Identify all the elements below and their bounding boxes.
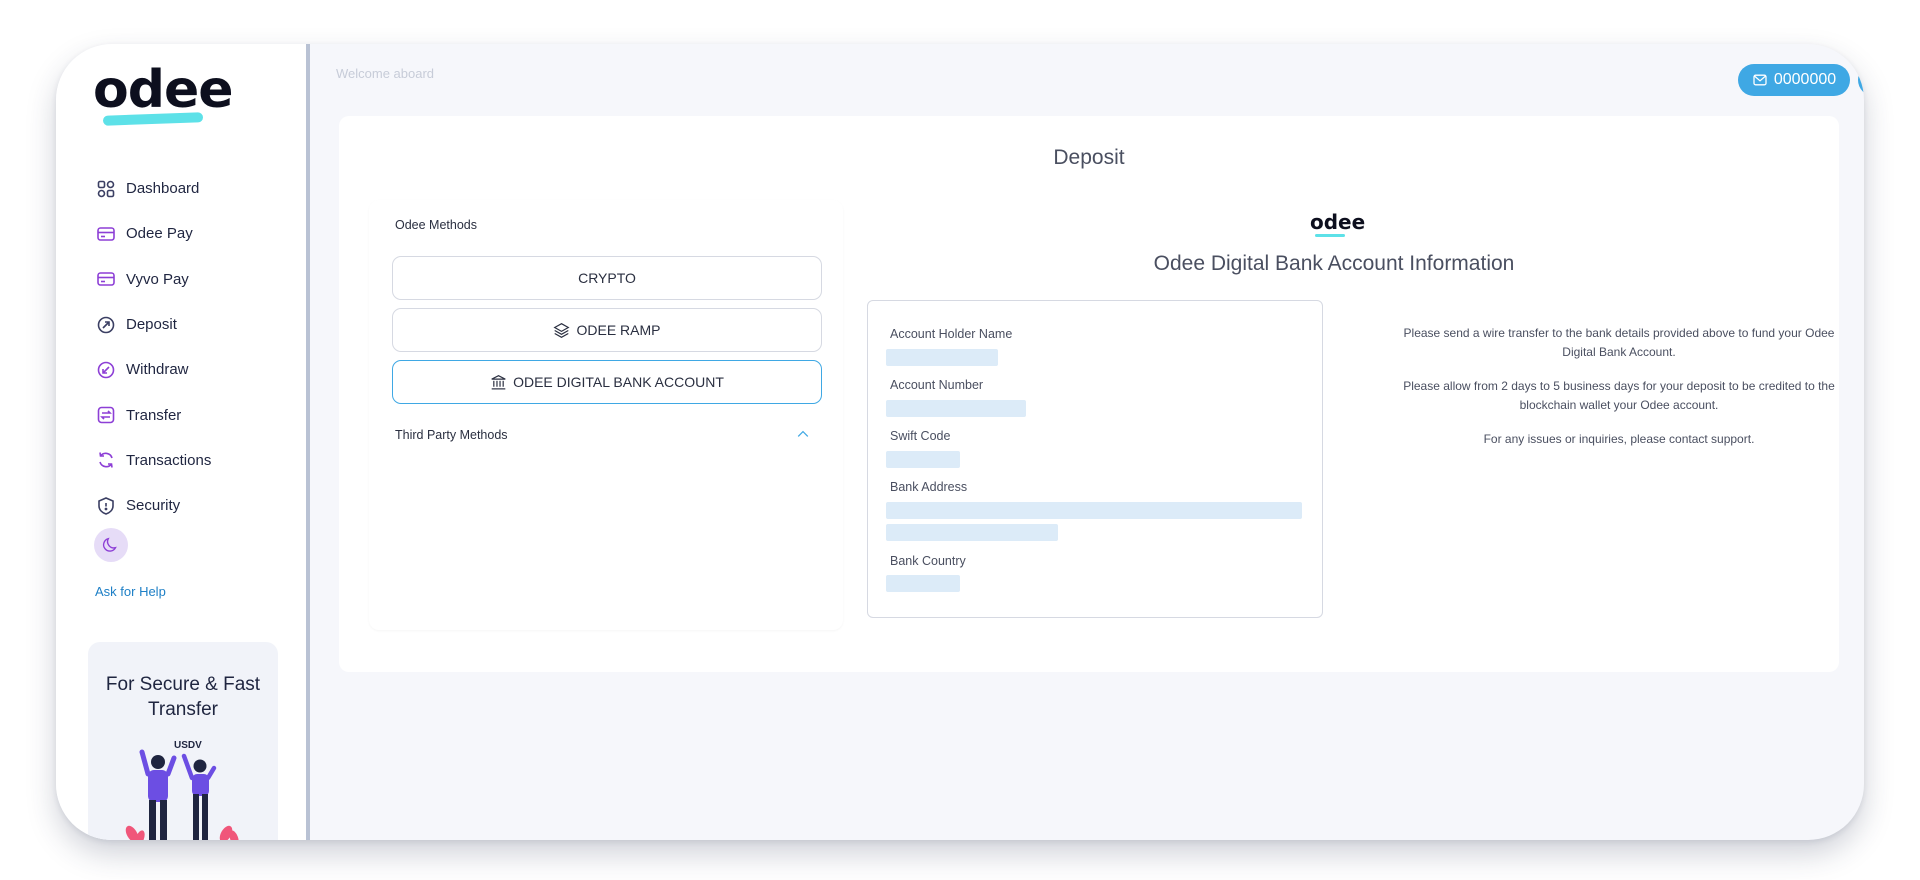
- field-label-account-number: Account Number: [890, 378, 984, 392]
- brand-logo[interactable]: odee: [93, 60, 243, 130]
- method-odee-digital-bank-button[interactable]: ODEE DIGITAL BANK ACCOUNT: [392, 360, 822, 404]
- account-holder-value-placeholder: [886, 349, 998, 366]
- logo-swash: [102, 112, 204, 126]
- method-odee-ramp-button[interactable]: ODEE RAMP: [392, 308, 822, 352]
- logout-button[interactable]: [1858, 64, 1864, 96]
- bank-address-value-placeholder-line2: [886, 524, 1058, 541]
- field-label-bank-country: Bank Country: [890, 554, 966, 568]
- instruction-text: Please send a wire transfer to the bank …: [1403, 326, 1835, 359]
- method-crypto-button[interactable]: CRYPTO: [392, 256, 822, 300]
- chevron-up-icon[interactable]: [795, 426, 811, 442]
- sidebar-item-odee-pay[interactable]: Odee Pay: [96, 211, 296, 256]
- ask-for-help-link[interactable]: Ask for Help: [95, 584, 166, 599]
- bank-details-box: Account Holder Name Account Number Swift…: [867, 300, 1323, 618]
- logo-text: odee: [93, 60, 233, 120]
- bank-info-title: Odee Digital Bank Account Information: [1153, 252, 1515, 275]
- arrow-up-right-circle-icon: [97, 316, 115, 333]
- sidebar-item-withdraw[interactable]: Withdraw: [96, 347, 296, 392]
- promo-card: For Secure & Fast Transfer USDV: [88, 642, 278, 840]
- shield-icon: [98, 496, 114, 515]
- account-number: 0000000: [1773, 71, 1837, 88]
- sidebar-item-transactions[interactable]: Transactions: [96, 438, 296, 483]
- sidebar-item-label: Security: [126, 497, 181, 515]
- top-bar: Welcome aboard 0000000: [334, 44, 1864, 114]
- method-label: ODEE RAMP: [576, 322, 661, 338]
- account-number-value-placeholder: [886, 400, 1026, 417]
- field-label-bank-address: Bank Address: [890, 480, 968, 494]
- card-icon: [97, 227, 115, 241]
- promo-art-label: USDV: [174, 740, 202, 751]
- welcome-text: Welcome aboard: [336, 66, 435, 81]
- grid-icon: [97, 180, 115, 197]
- third-party-methods-label: Third Party Methods: [395, 428, 508, 442]
- swift-code-value-placeholder: [886, 451, 960, 468]
- instruction-text: Please allow from 2 days to 5 business d…: [1403, 379, 1835, 412]
- transfer-icon: [97, 406, 115, 424]
- promo-title: For Secure & Fast Transfer: [105, 674, 261, 720]
- sidebar-item-label: Deposit: [126, 316, 177, 334]
- bank-address-value-placeholder: [886, 502, 1302, 519]
- sidebar-item-transfer[interactable]: Transfer: [96, 392, 296, 437]
- sidebar-item-label: Transfer: [126, 406, 182, 424]
- odee-methods-label: Odee Methods: [395, 218, 477, 232]
- layers-icon: [553, 322, 570, 338]
- sidebar-item-label: Dashboard: [126, 180, 200, 198]
- sidebar-item-label: Odee Pay: [126, 225, 193, 243]
- method-label: CRYPTO: [578, 270, 636, 286]
- instruction-text: For any issues or inquiries, please cont…: [1483, 432, 1755, 446]
- page-title: Deposit: [1053, 146, 1125, 169]
- field-label-account-holder: Account Holder Name: [890, 327, 1013, 341]
- sidebar-item-vyvo-pay[interactable]: Vyvo Pay: [96, 257, 296, 302]
- method-label: ODEE DIGITAL BANK ACCOUNT: [513, 374, 724, 390]
- sidebar-item-security[interactable]: Security: [96, 483, 296, 528]
- info-logo: odee: [1310, 210, 1366, 234]
- bank-icon: [491, 374, 506, 389]
- app-window: odee Dashboard Odee Pay Vyvo Pay Deposit…: [56, 44, 1864, 840]
- sidebar-item-dashboard[interactable]: Dashboard: [96, 166, 296, 211]
- celebration-illustration: USDV: [125, 740, 239, 840]
- deposit-card: Deposit Odee Methods CRYPTO ODEE RAMP OD…: [339, 116, 1839, 672]
- sidebar-item-label: Transactions: [126, 451, 212, 469]
- card-icon: [97, 272, 115, 287]
- mail-icon: [1753, 74, 1767, 86]
- bank-country-value-placeholder: [886, 575, 960, 592]
- sidebar: odee Dashboard Odee Pay Vyvo Pay Deposit…: [56, 44, 310, 840]
- sidebar-item-label: Vyvo Pay: [126, 270, 189, 288]
- sidebar-item-label: Withdraw: [126, 361, 189, 379]
- account-button[interactable]: 0000000: [1738, 64, 1850, 96]
- refresh-icon: [99, 452, 113, 469]
- dark-mode-toggle[interactable]: [94, 528, 128, 562]
- field-label-swift-code: Swift Code: [890, 429, 951, 443]
- moon-icon: [102, 537, 117, 552]
- sidebar-nav: Dashboard Odee Pay Vyvo Pay Deposit With…: [96, 166, 296, 528]
- deposit-instructions: Please send a wire transfer to the bank …: [1399, 324, 1839, 464]
- info-logo-swash: [1315, 234, 1345, 237]
- arrow-down-left-circle-icon: [97, 361, 115, 379]
- sidebar-item-deposit[interactable]: Deposit: [96, 302, 296, 347]
